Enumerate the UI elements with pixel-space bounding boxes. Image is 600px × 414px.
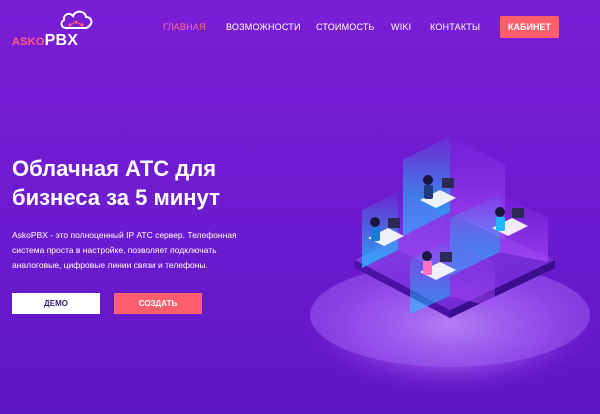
hero-title-line-1: Облачная АТС для <box>12 156 217 181</box>
create-button[interactable]: СОЗДАТЬ <box>114 293 202 314</box>
nav-item-features[interactable]: ВОЗМОЖНОСТИ <box>226 22 301 32</box>
hero-description: AskoPBX - это полноценный IP АТС сервер.… <box>12 230 237 270</box>
office-illustration <box>300 136 600 395</box>
logo-text-pbx: PBX <box>44 32 79 49</box>
logo-text: ASKOPBX <box>12 32 78 50</box>
hero-title: Облачная АТС для бизнеса за 5 минут <box>12 154 312 212</box>
cabinet-button[interactable]: КАБИНЕТ <box>500 16 559 38</box>
nav-item-contacts[interactable]: КОНТАКТЫ <box>430 22 480 32</box>
nav-item-home[interactable]: ГЛАВНАЯ <box>163 22 206 32</box>
demo-button[interactable]: ДЕМО <box>12 293 100 314</box>
nav-item-wiki[interactable]: WIKI <box>391 22 411 32</box>
cloud-network-icon <box>60 10 93 29</box>
logo-text-asko: ASKO <box>12 36 45 48</box>
site-header: ASKOPBX ГЛАВНАЯ ВОЗМОЖНОСТИ СТОИМОСТЬ WI… <box>0 0 600 56</box>
logo[interactable]: ASKOPBX <box>12 8 102 50</box>
nav-item-pricing[interactable]: СТОИМОСТЬ <box>316 22 375 32</box>
hero-title-line-2: бизнеса за 5 минут <box>12 185 220 210</box>
